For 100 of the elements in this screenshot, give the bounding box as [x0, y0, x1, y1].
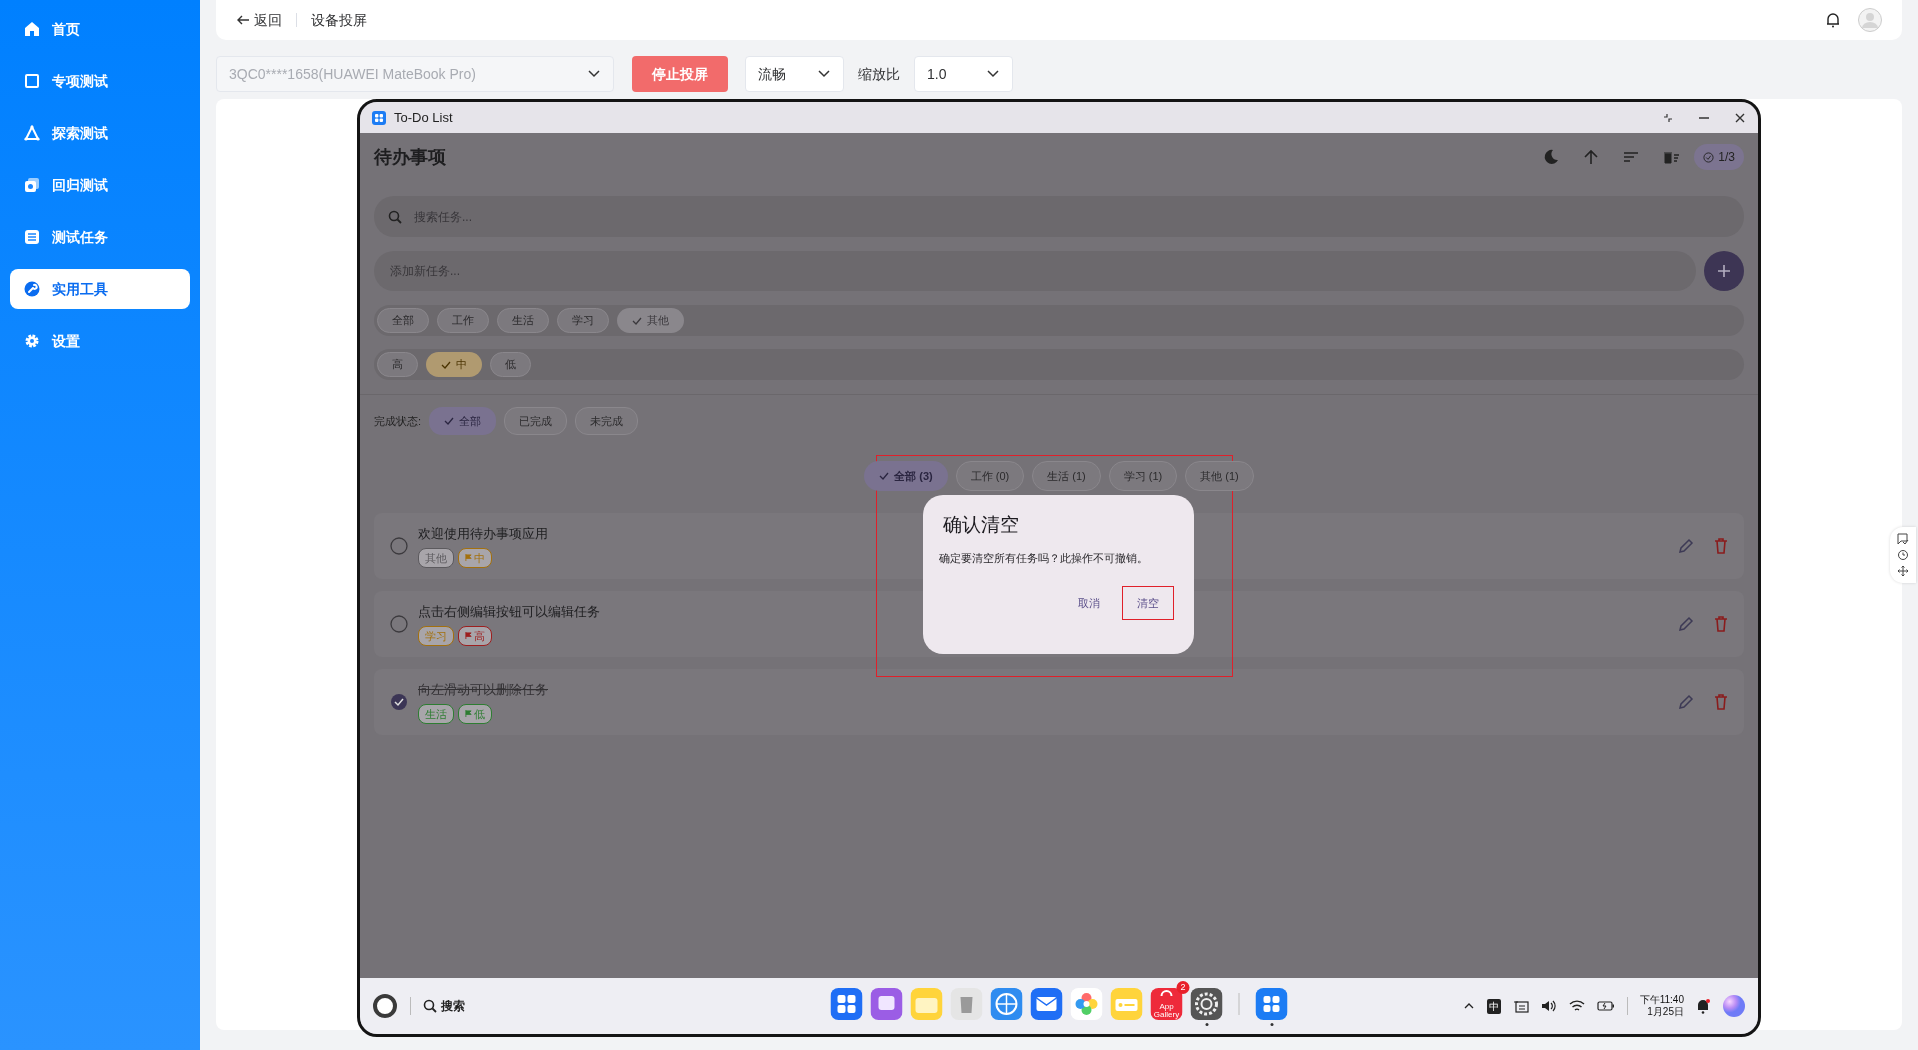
pencil-icon[interactable] — [1678, 616, 1694, 632]
notification-badge: 2 — [1176, 981, 1190, 994]
priority-tag: 低 — [458, 703, 492, 724]
checked-checkbox-icon[interactable] — [390, 693, 408, 711]
add-button[interactable] — [1704, 251, 1744, 291]
progress-badge: 1/3 — [1694, 144, 1744, 170]
device-select[interactable]: 3QC0****1658(HUAWEI MateBook Pro) — [216, 56, 614, 92]
filter-chip[interactable]: 学习 — [557, 308, 609, 333]
trash-icon[interactable] — [1714, 616, 1728, 632]
filter-chip[interactable]: 其他 — [617, 308, 684, 333]
home-icon — [24, 21, 40, 37]
bell-icon[interactable] — [1696, 998, 1710, 1014]
launcher-icon[interactable] — [1255, 988, 1288, 1020]
check-icon — [879, 471, 890, 481]
assistant-icon[interactable] — [1722, 994, 1746, 1018]
flag-icon — [465, 632, 472, 640]
moon-icon[interactable] — [1542, 148, 1561, 166]
move-icon[interactable] — [1897, 565, 1909, 577]
quality-select[interactable]: 流畅 — [745, 56, 844, 92]
list-icon — [24, 229, 40, 245]
app-grid-icon — [372, 110, 386, 125]
launcher-icon[interactable] — [830, 988, 863, 1020]
wrench-icon — [24, 281, 40, 297]
flag-icon — [465, 710, 472, 718]
filter-chip[interactable]: 高 — [377, 352, 418, 377]
sidebar-item[interactable]: 回归测试 — [10, 165, 190, 205]
checkbox-icon[interactable] — [390, 615, 408, 633]
category-tab[interactable]: 工作 (0) — [955, 461, 1025, 491]
priority-tag: 中 — [458, 547, 492, 568]
taskbar-search[interactable]: 搜索 — [423, 997, 465, 1015]
sidebar-item[interactable]: 首页 — [10, 9, 190, 49]
check-circle-icon — [1703, 151, 1715, 163]
filter-chip[interactable]: 生活 — [497, 308, 549, 333]
volume-icon[interactable] — [1540, 999, 1557, 1013]
priority-tag: 高 — [458, 625, 492, 646]
filter-chip[interactable]: 全部 — [377, 308, 429, 333]
pencil-icon[interactable] — [1678, 538, 1694, 554]
windows-icon[interactable] — [870, 988, 903, 1020]
check-icon — [444, 416, 455, 426]
back-link[interactable]: 返回 — [236, 9, 282, 31]
category-tab[interactable]: 生活 (1) — [1032, 461, 1101, 491]
triangle-icon — [24, 125, 40, 141]
settings-icon[interactable] — [1190, 988, 1223, 1020]
flower-icon[interactable] — [1070, 988, 1103, 1020]
task-title: 点击右侧编辑按钮可以编辑任务 — [418, 603, 600, 621]
sidebar-item[interactable]: 测试任务 — [10, 217, 190, 257]
page-title: 设备投屏 — [311, 10, 367, 30]
globe-icon[interactable] — [990, 988, 1023, 1020]
scale-select[interactable]: 1.0 — [914, 56, 1013, 92]
search-icon — [388, 209, 402, 224]
category-tab[interactable]: 其他 (1) — [1185, 461, 1254, 491]
square-icon — [24, 73, 40, 89]
filter-chip[interactable]: 中 — [426, 352, 482, 377]
gear-icon — [24, 333, 40, 349]
start-icon[interactable] — [372, 993, 398, 1019]
category-tab[interactable]: 全部 (3) — [864, 461, 948, 491]
running-indicator — [1270, 1023, 1273, 1026]
status-label: 完成状态: — [374, 413, 422, 429]
mail-icon[interactable] — [1030, 988, 1063, 1020]
checkbox-icon[interactable] — [390, 537, 408, 555]
running-indicator — [1205, 1023, 1208, 1026]
status-chip[interactable]: 已完成 — [504, 407, 568, 435]
recycle-bin-icon[interactable] — [950, 988, 983, 1020]
sidebar-item[interactable]: 探索测试 — [10, 113, 190, 153]
trash-icon[interactable] — [1714, 694, 1728, 710]
clear-button[interactable]: 清空 — [1122, 586, 1174, 620]
sidebar-item[interactable]: 实用工具 — [10, 269, 190, 309]
bell-icon[interactable] — [1824, 11, 1842, 29]
filter-chip[interactable]: 低 — [490, 352, 531, 377]
cancel-button[interactable]: 取消 — [1070, 586, 1108, 620]
stop-button[interactable]: 停止投屏 — [632, 56, 728, 92]
close-icon[interactable] — [1734, 111, 1746, 124]
notes-icon[interactable] — [1512, 999, 1529, 1013]
filter-chip[interactable]: 工作 — [437, 308, 489, 333]
status-chip[interactable]: 全部 — [429, 407, 497, 435]
category-tag: 生活 — [418, 703, 454, 724]
sidebar-item[interactable]: 专项测试 — [10, 61, 190, 101]
comment-check-icon[interactable] — [1897, 533, 1909, 545]
status-chip[interactable]: 未完成 — [575, 407, 639, 435]
input-method-indicator[interactable]: 中 — [1486, 998, 1501, 1014]
search-icon — [423, 999, 437, 1013]
app-label: App Gallery — [1152, 1003, 1181, 1019]
restore-icon[interactable] — [1662, 111, 1674, 124]
wifi-icon[interactable] — [1568, 999, 1585, 1013]
task-title: 向左滑动可以删除任务 — [418, 681, 548, 699]
task-title: 欢迎使用待办事项应用 — [418, 525, 548, 543]
window-title: To-Do List — [394, 108, 453, 127]
category-tag: 学习 — [418, 625, 454, 646]
trash-icon[interactable] — [1714, 538, 1728, 554]
dialog-title: 确认清空 — [943, 513, 1020, 537]
pencil-icon[interactable] — [1678, 694, 1694, 710]
scale-label: 缩放比 — [858, 64, 900, 84]
category-tab[interactable]: 学习 (1) — [1108, 461, 1178, 491]
arrow-left-icon — [236, 13, 250, 27]
app-title: 待办事项 — [374, 145, 446, 169]
clock-date: 1月25日 — [1647, 1006, 1684, 1018]
battery-icon[interactable] — [1596, 1000, 1615, 1012]
check-icon — [441, 359, 451, 370]
sidebar-item[interactable]: 设置 — [10, 321, 190, 361]
store-icon[interactable] — [1150, 988, 1183, 1020]
